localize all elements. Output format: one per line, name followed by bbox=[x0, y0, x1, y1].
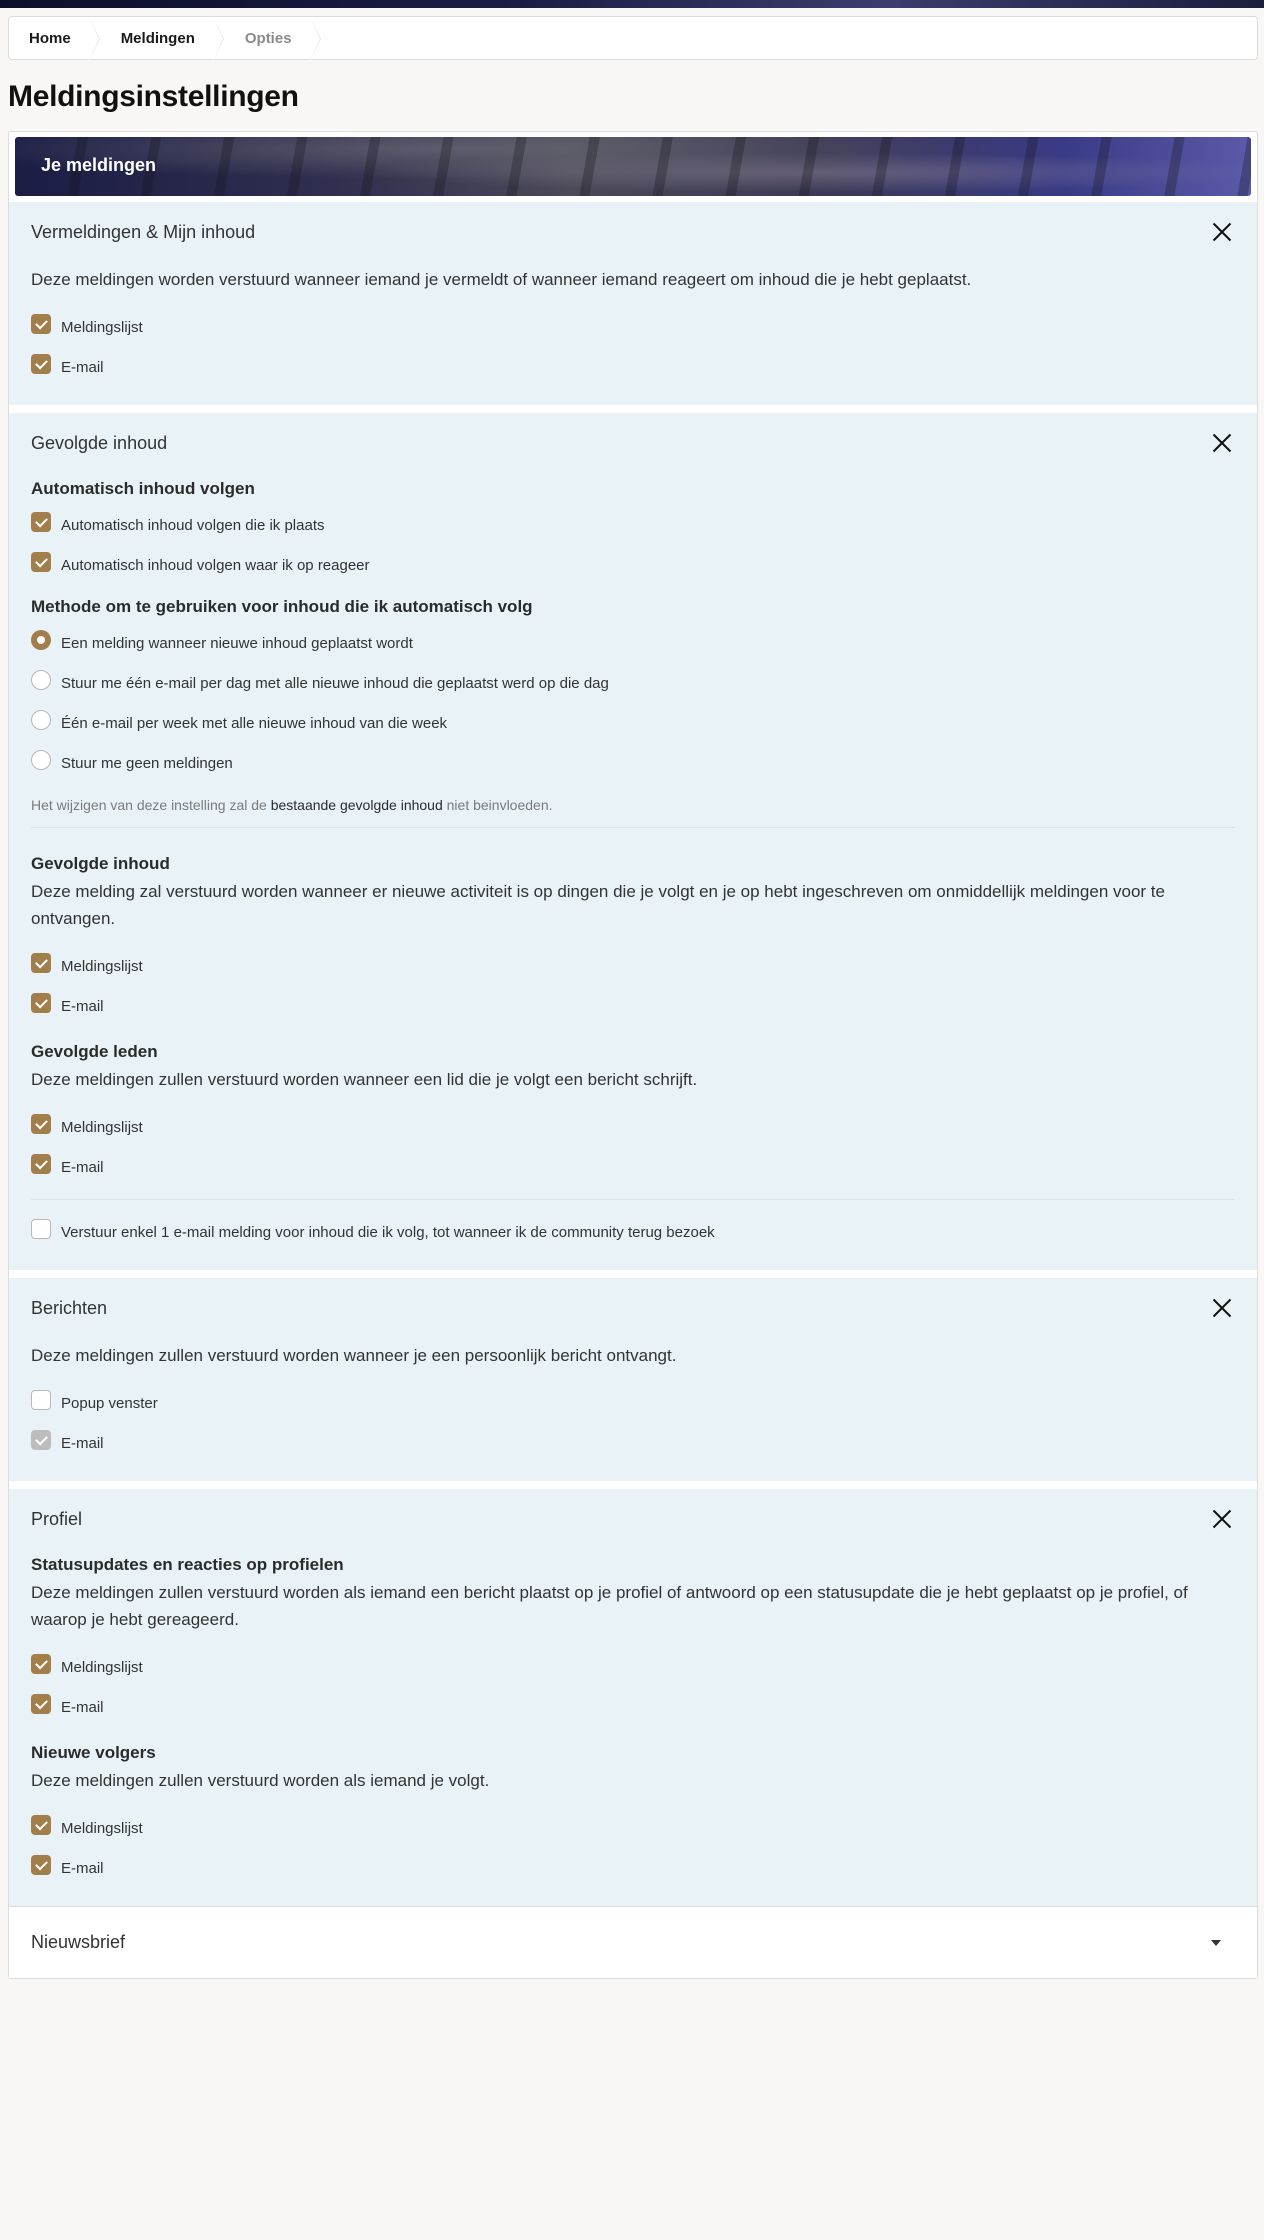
close-icon[interactable] bbox=[1211, 1297, 1233, 1319]
close-icon[interactable] bbox=[1211, 1508, 1233, 1530]
radio-option-daily[interactable]: Stuur me één e-mail per dag met alle nie… bbox=[31, 663, 1235, 703]
checkbox-checked[interactable] bbox=[31, 1154, 51, 1174]
option-email-disabled: E-mail bbox=[31, 1423, 1235, 1463]
subsection-title: Nieuwe volgers bbox=[31, 1743, 156, 1762]
option-notification-list[interactable]: Meldingslijst bbox=[31, 946, 1235, 986]
option-notification-list[interactable]: Meldingslijst bbox=[31, 1647, 1235, 1687]
checkbox-unchecked[interactable] bbox=[31, 1219, 51, 1239]
subsection-title: Gevolgde inhoud bbox=[31, 854, 170, 873]
radio-unselected[interactable] bbox=[31, 710, 51, 730]
option-single-email[interactable]: Verstuur enkel 1 e-mail melding voor inh… bbox=[31, 1212, 1235, 1252]
section-title: Vermeldingen & Mijn inhoud bbox=[31, 221, 256, 242]
breadcrumb-home[interactable]: Home bbox=[9, 17, 100, 61]
settings-note: Het wijzigen van deze instelling zal de … bbox=[31, 797, 553, 813]
section-title: Berichten bbox=[31, 1297, 108, 1318]
section-description: Deze meldingen worden verstuurd wanneer … bbox=[31, 270, 972, 289]
divider bbox=[31, 827, 1235, 828]
section-description: Deze meldingen zullen verstuurd worden w… bbox=[31, 1346, 677, 1365]
option-email[interactable]: E-mail bbox=[31, 1147, 1235, 1187]
close-icon[interactable] bbox=[1211, 221, 1233, 243]
option-auto-follow-reply[interactable]: Automatisch inhoud volgen waar ik op rea… bbox=[31, 545, 1235, 585]
section-profile: Profiel Statusupdates en reacties op pro… bbox=[9, 1481, 1257, 1906]
checkbox-checked[interactable] bbox=[31, 993, 51, 1013]
checkbox-checked[interactable] bbox=[31, 1694, 51, 1714]
divider bbox=[31, 1199, 1235, 1200]
checkbox-checked[interactable] bbox=[31, 354, 51, 374]
checkbox-checked[interactable] bbox=[31, 1114, 51, 1134]
section-messages: Berichten Deze meldingen zullen verstuur… bbox=[9, 1270, 1257, 1481]
option-notification-list[interactable]: Meldingslijst bbox=[31, 1107, 1235, 1147]
keyboard-background-image bbox=[15, 137, 1251, 196]
radio-option-none[interactable]: Stuur me geen meldingen bbox=[31, 743, 1235, 783]
section-followed-content: Gevolgde inhoud Automatisch inhoud volge… bbox=[9, 405, 1257, 1270]
option-email[interactable]: E-mail bbox=[31, 1848, 1235, 1888]
subsection-title: Methode om te gebruiken voor inhoud die … bbox=[31, 597, 533, 616]
option-email[interactable]: E-mail bbox=[31, 347, 1235, 387]
breadcrumb-current: Opties bbox=[213, 17, 321, 61]
subsection-description: Deze melding zal verstuurd worden wannee… bbox=[31, 882, 1165, 928]
subsection-description: Deze meldingen zullen verstuurd worden a… bbox=[31, 1583, 1188, 1629]
close-icon[interactable] bbox=[1211, 432, 1233, 454]
radio-selected[interactable] bbox=[31, 630, 51, 650]
section-title: Profiel bbox=[31, 1508, 83, 1529]
option-email[interactable]: E-mail bbox=[31, 986, 1235, 1026]
checkbox-checked[interactable] bbox=[31, 512, 51, 532]
checkbox-checked[interactable] bbox=[31, 314, 51, 334]
checkbox-checked[interactable] bbox=[31, 552, 51, 572]
radio-unselected[interactable] bbox=[31, 750, 51, 770]
breadcrumb-meldingen[interactable]: Meldingen bbox=[89, 17, 225, 61]
radio-option-weekly[interactable]: Één e-mail per week met alle nieuwe inho… bbox=[31, 703, 1235, 743]
subsection-title: Automatisch inhoud volgen bbox=[31, 479, 255, 498]
option-notification-list[interactable]: Meldingslijst bbox=[31, 1808, 1235, 1848]
radio-option-instant[interactable]: Een melding wanneer nieuwe inhoud geplaa… bbox=[31, 623, 1235, 663]
subsection-description: Deze meldingen zullen verstuurd worden w… bbox=[31, 1070, 698, 1089]
subsection-description: Deze meldingen zullen verstuurd worden a… bbox=[31, 1771, 490, 1790]
checkbox-unchecked[interactable] bbox=[31, 1390, 51, 1410]
option-popup[interactable]: Popup venster bbox=[31, 1383, 1235, 1423]
subsection-title: Statusupdates en reacties op profielen bbox=[31, 1555, 344, 1574]
note-link[interactable]: bestaande gevolgde inhoud bbox=[271, 797, 443, 813]
option-notification-list[interactable]: Meldingslijst bbox=[31, 307, 1235, 347]
subsection-title: Gevolgde leden bbox=[31, 1042, 158, 1061]
checkbox-checked[interactable] bbox=[31, 953, 51, 973]
section-title: Gevolgde inhoud bbox=[31, 432, 168, 453]
notification-settings-panel: Je meldingen Vermeldingen & Mijn inhoud … bbox=[8, 131, 1258, 1979]
checkbox-checked[interactable] bbox=[31, 1654, 51, 1674]
caret-down-icon[interactable] bbox=[1211, 1939, 1221, 1946]
radio-unselected[interactable] bbox=[31, 670, 51, 690]
top-banner-strip bbox=[0, 0, 1264, 8]
option-email[interactable]: E-mail bbox=[31, 1687, 1235, 1727]
checkbox-checked[interactable] bbox=[31, 1855, 51, 1875]
page-title: Meldingsinstellingen bbox=[8, 80, 299, 113]
header-banner: Je meldingen bbox=[15, 137, 1251, 196]
section-newsletter-collapsed[interactable]: Nieuwsbrief bbox=[9, 1906, 1257, 1978]
option-auto-follow-own[interactable]: Automatisch inhoud volgen die ik plaats bbox=[31, 505, 1235, 545]
breadcrumb: Home Meldingen Opties bbox=[8, 16, 1258, 61]
section-mentions: Vermeldingen & Mijn inhoud Deze meldinge… bbox=[9, 196, 1257, 405]
banner-title: Je meldingen bbox=[41, 155, 157, 175]
section-title: Nieuwsbrief bbox=[31, 1932, 126, 1952]
checkbox-checked[interactable] bbox=[31, 1815, 51, 1835]
checkbox-checked-disabled bbox=[31, 1430, 51, 1450]
